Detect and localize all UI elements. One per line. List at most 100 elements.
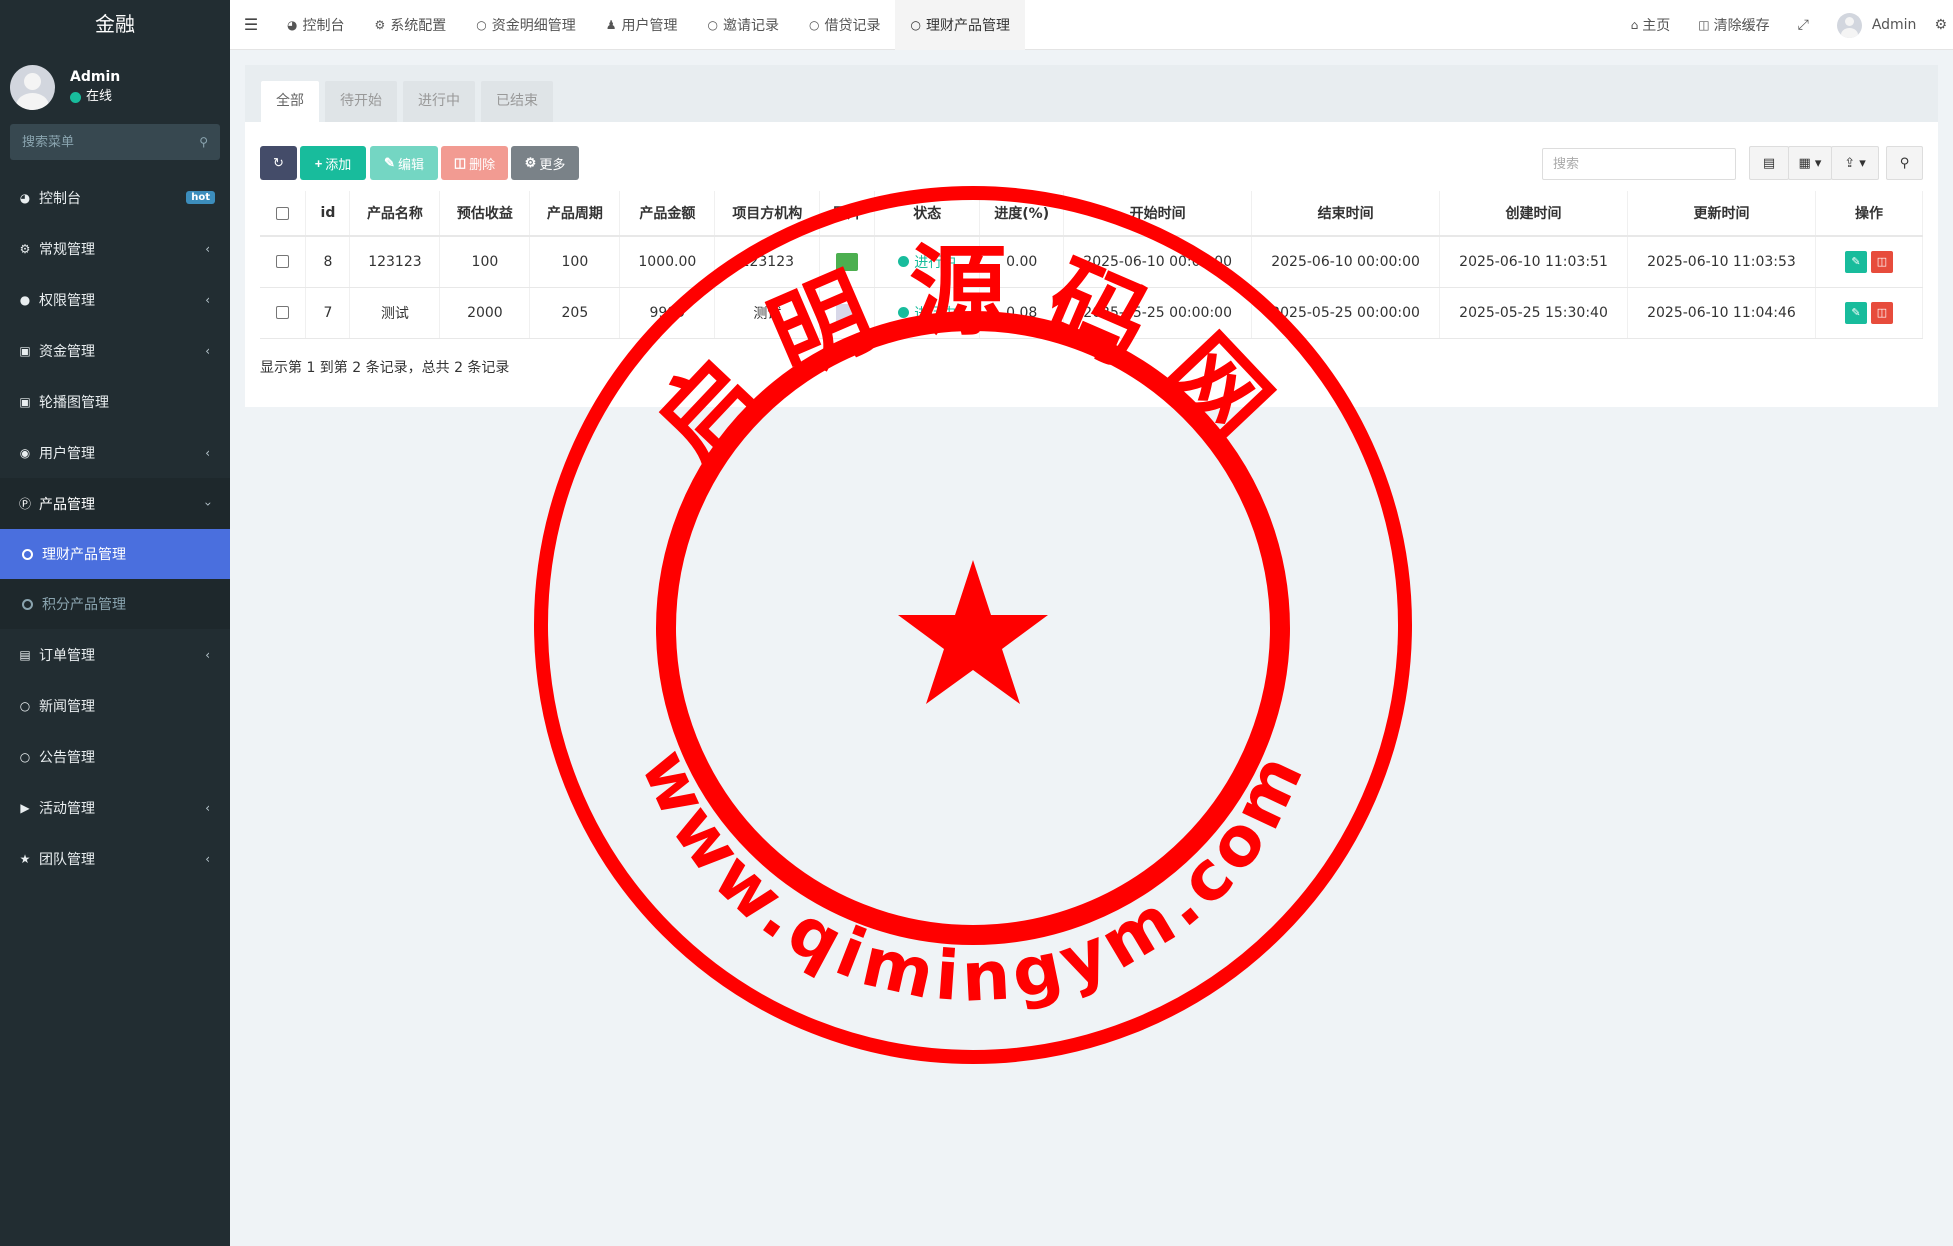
edit-button[interactable]: ✎ 编辑 [370,146,438,180]
fullscreen-icon[interactable]: ⤢ [1784,17,1823,33]
sidebar-item-dashboard[interactable]: ◕ 控制台 hot [0,172,230,223]
product-icon: Ⓟ [18,497,31,511]
col-name[interactable]: 产品名称 [349,191,441,237]
brand-logo[interactable]: 金融 [0,0,230,50]
row-edit-button[interactable]: ✎ [1844,301,1867,324]
col-progress[interactable]: 进度(%) [979,191,1065,237]
col-org[interactable]: 项目方机构 [714,191,821,237]
table-row[interactable]: 8 123123 100 100 1000.00 123123 进行中 0.00… [260,236,1924,288]
sidebar-item-auth[interactable]: ● 权限管理 ‹ [0,274,230,325]
sidebar-item-users[interactable]: ◉ 用户管理 ‹ [0,427,230,478]
sidebar-item-team[interactable]: ★ 团队管理 ‹ [0,833,230,884]
sidebar-item-notice[interactable]: ○ 公告管理 [0,731,230,782]
tab-finance-products[interactable]: ○ 理财产品管理 [895,0,1025,50]
clear-cache-button[interactable]: ◫ 清除缓存 [1684,15,1783,35]
circle-icon: ○ [19,749,31,764]
chevron-down-icon: ‹ [200,501,215,506]
cell-image[interactable] [819,236,876,288]
sidebar-item-banner[interactable]: ▣ 轮播图管理 [0,376,230,427]
home-link[interactable]: ⌂ 主页 [1617,15,1685,35]
user-icon: ♟ [605,17,617,32]
col-end-time[interactable]: 结束时间 [1251,191,1441,237]
cell-name: 123123 [349,236,441,288]
circle-icon [22,598,33,610]
row-delete-button[interactable]: ◫ [1870,250,1893,273]
cell-updated-time: 2025-06-10 11:04:46 [1627,287,1816,339]
col-start-time[interactable]: 开始时间 [1063,191,1253,237]
menu-toggle-icon[interactable]: ☰ [230,15,272,34]
delete-button[interactable]: ◫ 删除 [441,146,508,180]
settings-icon[interactable]: ⚙ [1930,17,1953,33]
refresh-button[interactable]: ↻ [260,146,297,180]
tab-ended[interactable]: 已结束 [481,81,553,122]
sidebar-item-general[interactable]: ⚙ 常规管理 ‹ [0,223,230,274]
dashboard-icon: ◕ [287,17,298,32]
circle-icon: ○ [19,698,31,713]
add-button[interactable]: + 添加 [300,146,366,180]
search-icon[interactable]: ⚲ [199,135,208,149]
product-thumbnail[interactable] [836,303,859,322]
col-amount[interactable]: 产品金额 [619,191,716,237]
row-checkbox[interactable] [260,287,307,339]
avatar [1836,12,1862,38]
col-id[interactable]: id [305,191,351,237]
more-button[interactable]: ⚙ 更多 [511,146,579,180]
tab-pending[interactable]: 待开始 [325,81,397,122]
tab-in-progress[interactable]: 进行中 [403,81,475,122]
tab-dashboard[interactable]: ◕ 控制台 [272,0,359,50]
sidebar-item-news[interactable]: ○ 新闻管理 [0,680,230,731]
col-created-time[interactable]: 创建时间 [1439,191,1628,237]
advanced-search-button[interactable]: ⚲ [1886,146,1923,180]
products-table: id 产品名称 预估收益 产品周期 产品金额 项目方机构 图片 状态 进度(%)… [260,191,1924,339]
cell-image[interactable] [819,287,876,339]
columns-button[interactable]: ▦ ▾ [1788,146,1832,180]
grid-icon: ▦ ▾ [1798,155,1822,171]
cell-status: 进行中 [874,287,981,339]
select-all-checkbox[interactable] [260,191,307,237]
col-image[interactable]: 图片 [819,191,876,237]
row-delete-button[interactable]: ◫ [1870,301,1893,324]
sidebar-item-orders[interactable]: ▤ 订单管理 ‹ [0,629,230,680]
tab-fund-details[interactable]: ○ 资金明细管理 [461,0,590,50]
tab-users[interactable]: ♟ 用户管理 [591,0,693,50]
cell-amount: 1000.00 [619,236,716,288]
toolbar: ↻ +添加 ✎编辑 ◫删除 ⚙更多 ▤ ▦ ▾ ⇪ ▾ ⚲ [260,146,1923,180]
stamp-bottom-text: www.qimingym.com [625,738,1322,1018]
home-icon: ⌂ [1630,18,1639,32]
menu-search-input[interactable] [22,134,182,150]
sidebar-item-products[interactable]: Ⓟ 产品管理 ‹ [0,478,230,529]
tab-invites[interactable]: ○ 邀请记录 [693,0,794,50]
sidebar-search: ⚲ [10,124,220,160]
col-actions: 操作 [1815,191,1924,237]
tab-loans[interactable]: ○ 借贷记录 [794,0,895,50]
sidebar-item-funds[interactable]: ▣ 资金管理 ‹ [0,325,230,376]
cell-org: 123123 [714,236,821,288]
table-row[interactable]: 7 测试 2000 205 9999 测试 进行中 0.08 2025-05-2… [260,287,1924,339]
table-search-input[interactable] [1542,148,1736,180]
sidebar-item-points-products[interactable]: 积分产品管理 [0,579,230,629]
col-period[interactable]: 产品周期 [529,191,621,237]
user-panel: Admin 在线 [0,50,230,124]
row-checkbox[interactable] [260,236,307,288]
group-icon: ● [19,292,31,307]
tab-all[interactable]: 全部 [261,81,319,122]
cell-period: 100 [529,236,621,288]
col-updated-time[interactable]: 更新时间 [1627,191,1816,237]
admin-menu[interactable]: Admin [1823,12,1931,38]
col-status[interactable]: 状态 [874,191,981,237]
cell-id: 7 [305,287,351,339]
export-button[interactable]: ⇪ ▾ [1831,146,1879,180]
star-icon [898,560,1048,704]
toggle-view-button[interactable]: ▤ [1749,146,1789,180]
tab-system-config[interactable]: ⚙ 系统配置 [359,0,461,50]
row-edit-button[interactable]: ✎ [1844,250,1867,273]
pencil-icon: ✎ [384,155,395,170]
col-income[interactable]: 预估收益 [439,191,531,237]
avatar [10,64,55,110]
trophy-icon: ★ [19,851,31,866]
sidebar-item-finance-products[interactable]: 理财产品管理 [0,529,230,579]
product-thumbnail[interactable] [836,252,859,271]
cell-progress: 0.00 [979,236,1065,288]
money-icon: ▣ [19,343,31,358]
sidebar-item-activity[interactable]: ▶ 活动管理 ‹ [0,782,230,833]
